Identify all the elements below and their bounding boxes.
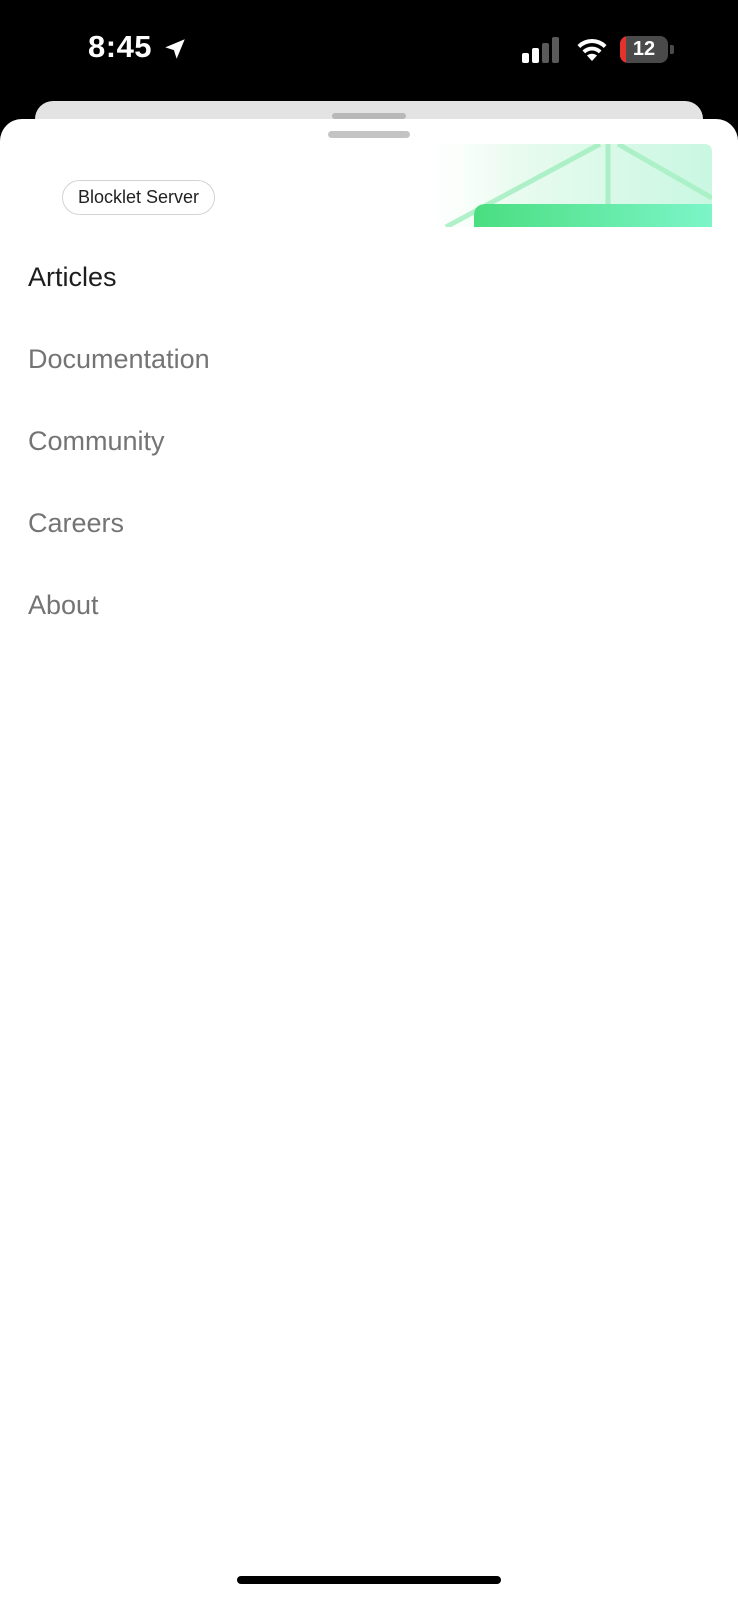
status-bar: 8:45 12 (0, 0, 738, 100)
screen: 8:45 12 Blocklet Server Articles Documen… (0, 0, 738, 1600)
location-arrow-icon (165, 39, 185, 59)
cellular-signal-icon (522, 37, 559, 63)
battery-icon: 12 (620, 36, 674, 63)
battery-cap (670, 45, 674, 54)
battery-body: 12 (620, 36, 668, 63)
status-time: 8:45 (88, 29, 153, 64)
battery-level: 12 (632, 38, 656, 60)
main-nav: Articles Documentation Community Careers… (28, 244, 708, 654)
home-indicator[interactable] (237, 1576, 501, 1584)
sheet-grabber[interactable] (328, 131, 410, 138)
nav-item-articles[interactable]: Articles (28, 244, 708, 326)
nav-item-about[interactable]: About (28, 572, 708, 654)
product-banner[interactable]: Blocklet Server (26, 144, 712, 227)
menu-sheet: Blocklet Server Articles Documentation C… (0, 119, 738, 1600)
nav-item-documentation[interactable]: Documentation (28, 326, 708, 408)
product-badge[interactable]: Blocklet Server (62, 180, 216, 215)
nav-item-community[interactable]: Community (28, 408, 708, 490)
nav-item-careers[interactable]: Careers (28, 490, 708, 572)
wifi-icon (577, 38, 607, 61)
